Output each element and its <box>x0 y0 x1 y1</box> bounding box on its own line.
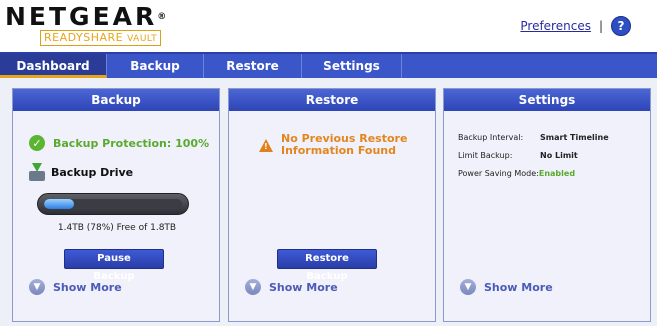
backup-drive-icon <box>29 163 45 181</box>
drive-capacity-fill <box>44 199 75 209</box>
drive-capacity-track <box>44 199 182 209</box>
restore-warning: ! No Previous Restore Information Found <box>259 133 407 157</box>
settings-show-more[interactable]: ▼ Show More <box>460 279 553 295</box>
restore-backup-button[interactable]: Restore Backup <box>277 249 377 282</box>
settings-panel-title: Settings <box>444 89 650 111</box>
restore-panel-title: Restore <box>229 89 435 111</box>
tab-settings[interactable]: Settings <box>302 54 402 78</box>
main-tab-bar: Dashboard Backup Restore Settings <box>0 54 657 78</box>
backup-drive-label: Backup Drive <box>51 165 134 179</box>
backup-show-more-label: Show More <box>53 280 122 294</box>
chevron-down-icon: ▼ <box>460 279 476 295</box>
app-header: NETGEAR ® READYSHARE VAULT Preferences | ? <box>0 0 657 54</box>
backup-drive-row: Backup Drive <box>29 163 133 181</box>
restore-warning-line2: Information Found <box>281 144 396 157</box>
setting-backup-interval: Backup Interval: Smart Timeline <box>458 133 609 142</box>
setting-label: Backup Interval: <box>458 133 524 142</box>
chevron-down-icon: ▼ <box>29 279 45 295</box>
setting-label: Limit Backup: <box>458 151 513 160</box>
check-icon: ✓ <box>29 135 45 151</box>
chevron-down-icon: ▼ <box>245 279 261 295</box>
logo-text: NETGEAR <box>5 2 158 31</box>
settings-panel: Settings Backup Interval: Smart Timeline… <box>443 88 651 322</box>
backup-show-more[interactable]: ▼ Show More <box>29 279 122 295</box>
warning-icon: ! <box>259 139 273 152</box>
settings-show-more-label: Show More <box>484 280 553 294</box>
setting-label: Power Saving Mode: <box>458 169 539 178</box>
restore-panel: Restore ! No Previous Restore Informatio… <box>228 88 436 322</box>
netgear-logo: NETGEAR ® <box>5 2 166 31</box>
setting-power-saving: Power Saving Mode: Enabled <box>458 169 575 178</box>
drive-capacity-bar <box>37 193 189 215</box>
setting-limit-backup: Limit Backup: No Limit <box>458 151 578 160</box>
preferences-link[interactable]: Preferences <box>520 19 591 33</box>
restore-show-more-label: Show More <box>269 280 338 294</box>
header-separator: | <box>598 19 603 33</box>
backup-protection-text: Backup Protection: 100% <box>53 136 210 150</box>
drive-capacity-text: 1.4TB (78%) Free of 1.8TB <box>57 223 177 233</box>
logo-vault-text: VAULT <box>127 34 158 44</box>
setting-value: Smart Timeline <box>540 133 609 142</box>
setting-value: No Limit <box>540 151 578 160</box>
backup-panel-title: Backup <box>13 89 219 111</box>
tab-restore[interactable]: Restore <box>204 54 302 78</box>
header-actions: Preferences | ? <box>520 16 631 36</box>
logo-registered-mark: ® <box>157 12 167 22</box>
restore-warning-text: No Previous Restore Information Found <box>281 133 407 157</box>
pause-backup-button[interactable]: Pause Backup <box>64 249 164 282</box>
tab-backup[interactable]: Backup <box>107 54 204 78</box>
backup-panel: Backup ✓ Backup Protection: 100% Backup … <box>12 88 220 322</box>
restore-show-more[interactable]: ▼ Show More <box>245 279 338 295</box>
backup-protection-status: ✓ Backup Protection: 100% <box>29 135 209 151</box>
readyshare-vault-logo: READYSHARE VAULT <box>40 30 162 46</box>
help-icon[interactable]: ? <box>611 16 631 36</box>
logo-readyshare-text: READYSHARE <box>44 31 124 44</box>
setting-value: Enabled <box>538 169 576 178</box>
tab-dashboard[interactable]: Dashboard <box>0 54 107 78</box>
